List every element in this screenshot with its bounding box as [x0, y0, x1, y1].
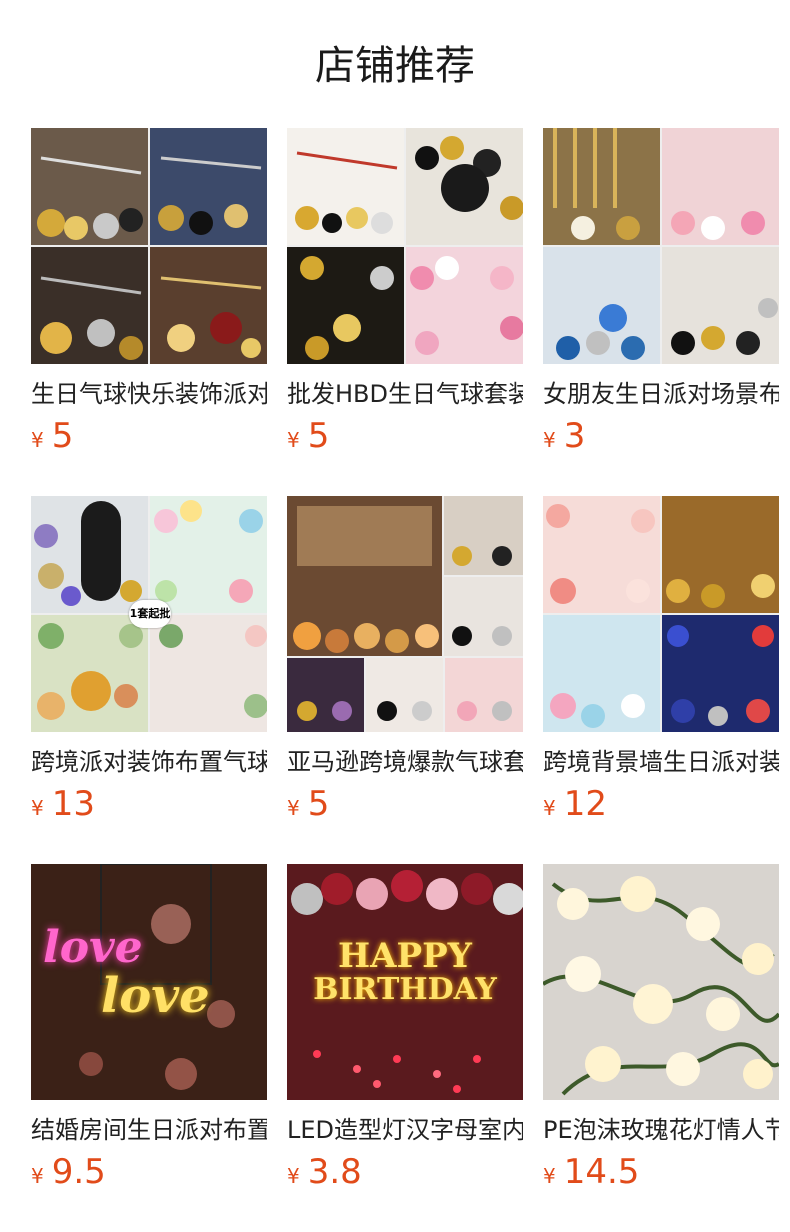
price: ¥5 — [287, 784, 523, 824]
balloon-collage-image — [31, 128, 267, 364]
balloon-collage-image — [287, 128, 523, 364]
currency-symbol: ¥ — [543, 1164, 556, 1188]
price-amount: 9.5 — [51, 1152, 106, 1192]
price: ¥3 — [543, 416, 779, 456]
product-image[interactable]: HAPPY BIRTHDAY — [287, 864, 523, 1100]
rose-garland-lights-image — [543, 864, 779, 1100]
balloon-collage-image — [287, 496, 523, 732]
balloon-collage-image — [543, 128, 779, 364]
price-amount: 3.8 — [307, 1152, 362, 1192]
product-image[interactable]: 1套起批 — [31, 496, 267, 732]
neon-word-pink: love — [43, 922, 143, 973]
product-name[interactable]: PE泡沫玫瑰花灯情人节 — [543, 1114, 779, 1146]
currency-symbol: ¥ — [31, 796, 44, 820]
product-image[interactable] — [543, 496, 779, 732]
product-name[interactable]: 结婚房间生日派对布置灯 — [31, 1114, 267, 1146]
price: ¥5 — [287, 416, 523, 456]
currency-symbol: ¥ — [543, 796, 556, 820]
product-image[interactable] — [543, 864, 779, 1100]
product-card[interactable]: 批发HBD生日气球套装 ¥5 — [287, 128, 523, 456]
product-image[interactable] — [287, 496, 523, 732]
product-card[interactable]: HAPPY BIRTHDAY LED造型灯汉字母室内装饰 ¥3.8 — [287, 864, 523, 1192]
price: ¥3.8 — [287, 1152, 523, 1192]
product-card[interactable]: love love 结婚房间生日派对布置灯 ¥9.5 — [31, 864, 267, 1192]
product-image[interactable]: love love — [31, 864, 267, 1100]
product-card[interactable]: 女朋友生日派对场景布置 ¥3 — [543, 128, 779, 456]
product-name[interactable]: 生日气球快乐装饰派对 — [31, 378, 267, 410]
price-amount: 14.5 — [563, 1152, 640, 1192]
marquee-word-happy: HAPPY — [338, 936, 472, 976]
price: ¥5 — [31, 416, 267, 456]
price-amount: 5 — [51, 416, 74, 456]
currency-symbol: ¥ — [31, 1164, 44, 1188]
price: ¥9.5 — [31, 1152, 267, 1192]
currency-symbol: ¥ — [31, 428, 44, 452]
product-card[interactable]: 亚马逊跨境爆款气球套装 ¥5 — [287, 496, 523, 824]
price-amount: 3 — [563, 416, 586, 456]
currency-symbol: ¥ — [287, 1164, 300, 1188]
product-image[interactable] — [543, 128, 779, 364]
balloon-collage-image — [543, 496, 779, 732]
product-card[interactable]: 跨境背景墙生日派对装饰 ¥12 — [543, 496, 779, 824]
price: ¥13 — [31, 784, 267, 824]
product-card[interactable]: 生日气球快乐装饰派对 ¥5 — [31, 128, 267, 456]
price: ¥14.5 — [543, 1152, 779, 1192]
product-image[interactable] — [287, 128, 523, 364]
price-amount: 12 — [563, 784, 607, 824]
product-grid: 生日气球快乐装饰派对 ¥5 批发HBD生日气球套装 ¥ 5 女朋友生日派对场景布… — [0, 0, 790, 1232]
price-amount: 5 — [307, 784, 330, 824]
product-card[interactable]: 1套起批 跨境派对装饰布置气球 ¥13 — [31, 496, 267, 824]
product-name[interactable]: 亚马逊跨境爆款气球套装 — [287, 746, 523, 778]
neon-word-yellow: love — [101, 968, 210, 1024]
price-amount: 13 — [51, 784, 95, 824]
currency-symbol: ¥ — [287, 428, 300, 452]
bulk-badge: 1套起批 — [129, 600, 171, 628]
price-amount: 5 — [307, 416, 330, 456]
product-image[interactable] — [31, 128, 267, 364]
product-name[interactable]: LED造型灯汉字母室内装饰 — [287, 1114, 523, 1146]
currency-symbol: ¥ — [543, 428, 556, 452]
product-name[interactable]: 跨境派对装饰布置气球 — [31, 746, 267, 778]
product-name[interactable]: 女朋友生日派对场景布置 — [543, 378, 779, 410]
marquee-word-birthday: BIRTHDAY — [313, 972, 497, 1007]
product-card[interactable]: PE泡沫玫瑰花灯情人节 ¥14.5 — [543, 864, 779, 1192]
product-name[interactable]: 跨境背景墙生日派对装饰 — [543, 746, 779, 778]
product-name[interactable]: 批发HBD生日气球套装 — [287, 378, 523, 410]
currency-symbol: ¥ — [287, 796, 300, 820]
price: ¥12 — [543, 784, 779, 824]
